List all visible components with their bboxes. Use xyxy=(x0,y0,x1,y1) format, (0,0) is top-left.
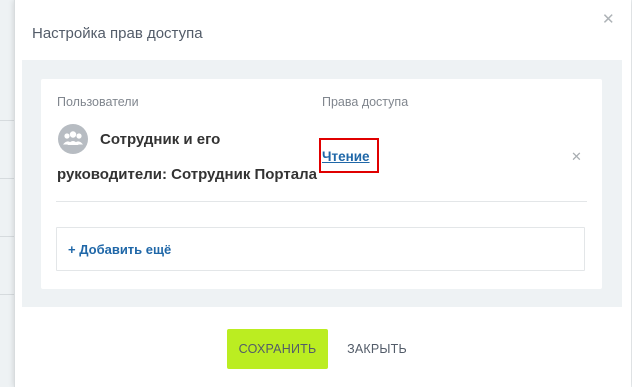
background-divider xyxy=(0,236,14,237)
close-icon[interactable]: ✕ xyxy=(602,12,615,27)
group-users-icon xyxy=(58,124,88,154)
dialog-title: Настройка прав доступа xyxy=(32,25,203,42)
dialog-body: Пользователи Права доступа Сотрудник и е… xyxy=(22,60,622,335)
row-divider xyxy=(56,201,587,202)
users-column-header: Пользователи xyxy=(57,95,139,109)
remove-icon[interactable]: ✕ xyxy=(571,150,582,163)
background-divider xyxy=(0,178,14,179)
add-more-button[interactable]: + Добавить ещё xyxy=(56,227,585,271)
access-settings-dialog: Настройка прав доступа ✕ Пользователи Пр… xyxy=(14,0,631,387)
rights-column-header: Права доступа xyxy=(322,95,409,109)
close-button[interactable]: ЗАКРЫТЬ xyxy=(337,329,417,369)
user-name-continued: руководители: Сотрудник Портала xyxy=(57,166,317,183)
background-divider xyxy=(0,294,14,295)
background-divider xyxy=(0,120,14,121)
dialog-footer: СОХРАНИТЬ ЗАКРЫТЬ xyxy=(15,307,631,387)
access-table: Пользователи Права доступа Сотрудник и е… xyxy=(41,79,602,289)
access-level-link[interactable]: Чтение xyxy=(322,149,370,164)
user-name: Сотрудник и его xyxy=(100,131,221,148)
add-more-label: + Добавить ещё xyxy=(68,242,172,257)
page: Настройка прав доступа ✕ Пользователи Пр… xyxy=(0,0,632,387)
save-button[interactable]: СОХРАНИТЬ xyxy=(227,329,328,369)
